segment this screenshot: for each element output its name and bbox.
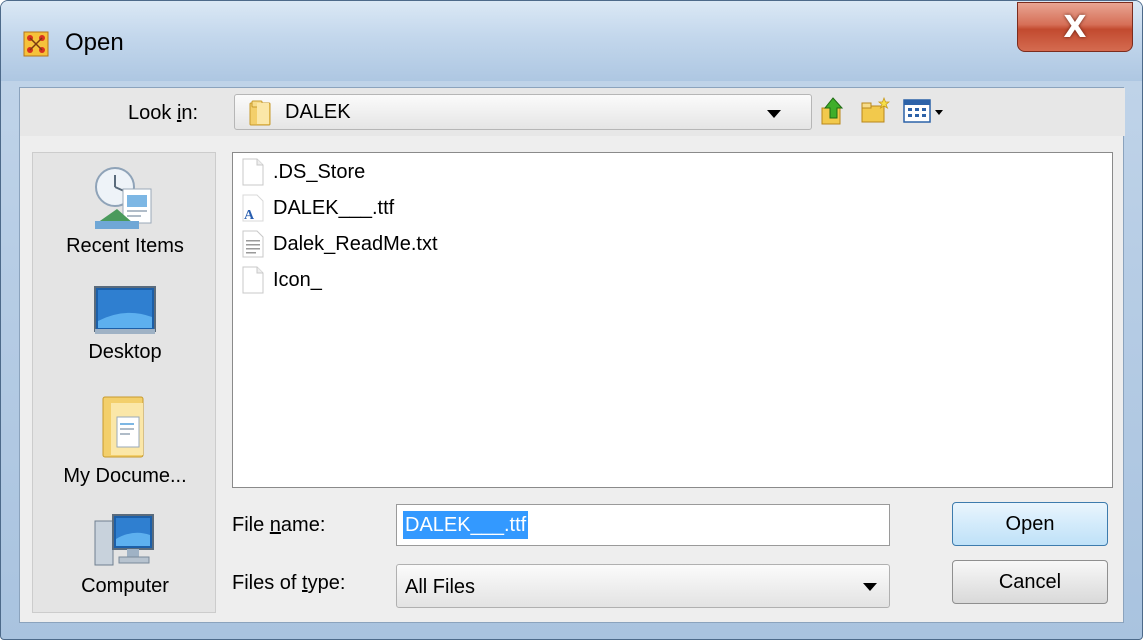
computer-icon <box>94 514 154 566</box>
app-icon <box>23 31 49 57</box>
file-name-value: DALEK___.ttf <box>403 511 529 539</box>
my-documents-icon <box>102 396 144 458</box>
file-list-item[interactable]: Dalek_ReadMe.txt <box>241 229 438 259</box>
chevron-down-icon <box>863 583 877 591</box>
file-name: DALEK___.ttf <box>273 196 395 219</box>
title-bar[interactable]: Open X <box>1 1 1142 81</box>
file-name-input[interactable]: DALEK___.ttf <box>396 504 890 546</box>
open-button[interactable]: Open <box>952 502 1108 546</box>
place-label: Desktop <box>88 341 162 363</box>
open-dialog-window: Open X Look in: DALEK Recent Items Deskt… <box>0 0 1143 640</box>
files-of-type-label: Files of type: <box>232 572 346 594</box>
look-in-value: DALEK <box>285 101 351 123</box>
font-file-icon: A <box>242 194 264 222</box>
create-new-folder-icon[interactable] <box>860 96 890 126</box>
window-title: Open <box>65 29 124 56</box>
chevron-down-icon <box>767 110 781 118</box>
view-menu-icon[interactable] <box>902 96 948 126</box>
place-label: Recent Items <box>66 235 184 257</box>
svg-text:A: A <box>244 208 255 222</box>
file-name: Dalek_ReadMe.txt <box>273 232 438 255</box>
place-recent-items[interactable]: Recent Items <box>33 165 217 258</box>
desktop-icon <box>94 286 156 334</box>
files-of-type-combo[interactable]: All Files <box>396 564 890 608</box>
place-label: Computer <box>81 575 169 597</box>
dialog-client-area: Look in: DALEK Recent Items Desktop My D… <box>19 87 1125 623</box>
look-in-label: Look in: <box>128 102 199 124</box>
close-button[interactable]: X <box>1017 2 1133 52</box>
close-icon: X <box>1063 9 1087 45</box>
folder-icon <box>249 100 271 126</box>
file-list-item[interactable]: Icon_ <box>241 265 322 295</box>
file-name: .DS_Store <box>273 160 366 183</box>
file-name-label: File name: <box>232 514 326 536</box>
file-list-item[interactable]: .DS_Store <box>241 157 365 187</box>
place-my-documents[interactable]: My Docume... <box>33 393 217 488</box>
text-file-icon <box>242 230 264 258</box>
files-of-type-value: All Files <box>405 576 476 598</box>
generic-file-icon <box>242 158 264 186</box>
cancel-button-label: Cancel <box>998 570 1062 593</box>
up-one-level-icon[interactable] <box>820 96 846 126</box>
look-in-combo[interactable]: DALEK <box>234 94 812 130</box>
file-list-item[interactable]: A DALEK___.ttf <box>241 193 394 223</box>
place-desktop[interactable]: Desktop <box>33 283 217 364</box>
look-in-row: Look in: DALEK <box>20 88 1125 136</box>
generic-file-icon <box>242 266 264 294</box>
recent-items-icon <box>95 167 152 229</box>
place-computer[interactable]: Computer <box>33 511 217 598</box>
file-list[interactable]: .DS_Store A DALEK___.ttf Dalek_ReadMe.tx… <box>232 152 1113 488</box>
place-label: My Docume... <box>63 465 187 487</box>
file-name: Icon_ <box>273 268 322 291</box>
places-bar: Recent Items Desktop My Docume... Comput… <box>32 152 216 613</box>
open-button-label: Open <box>1005 512 1055 535</box>
cancel-button[interactable]: Cancel <box>952 560 1108 604</box>
